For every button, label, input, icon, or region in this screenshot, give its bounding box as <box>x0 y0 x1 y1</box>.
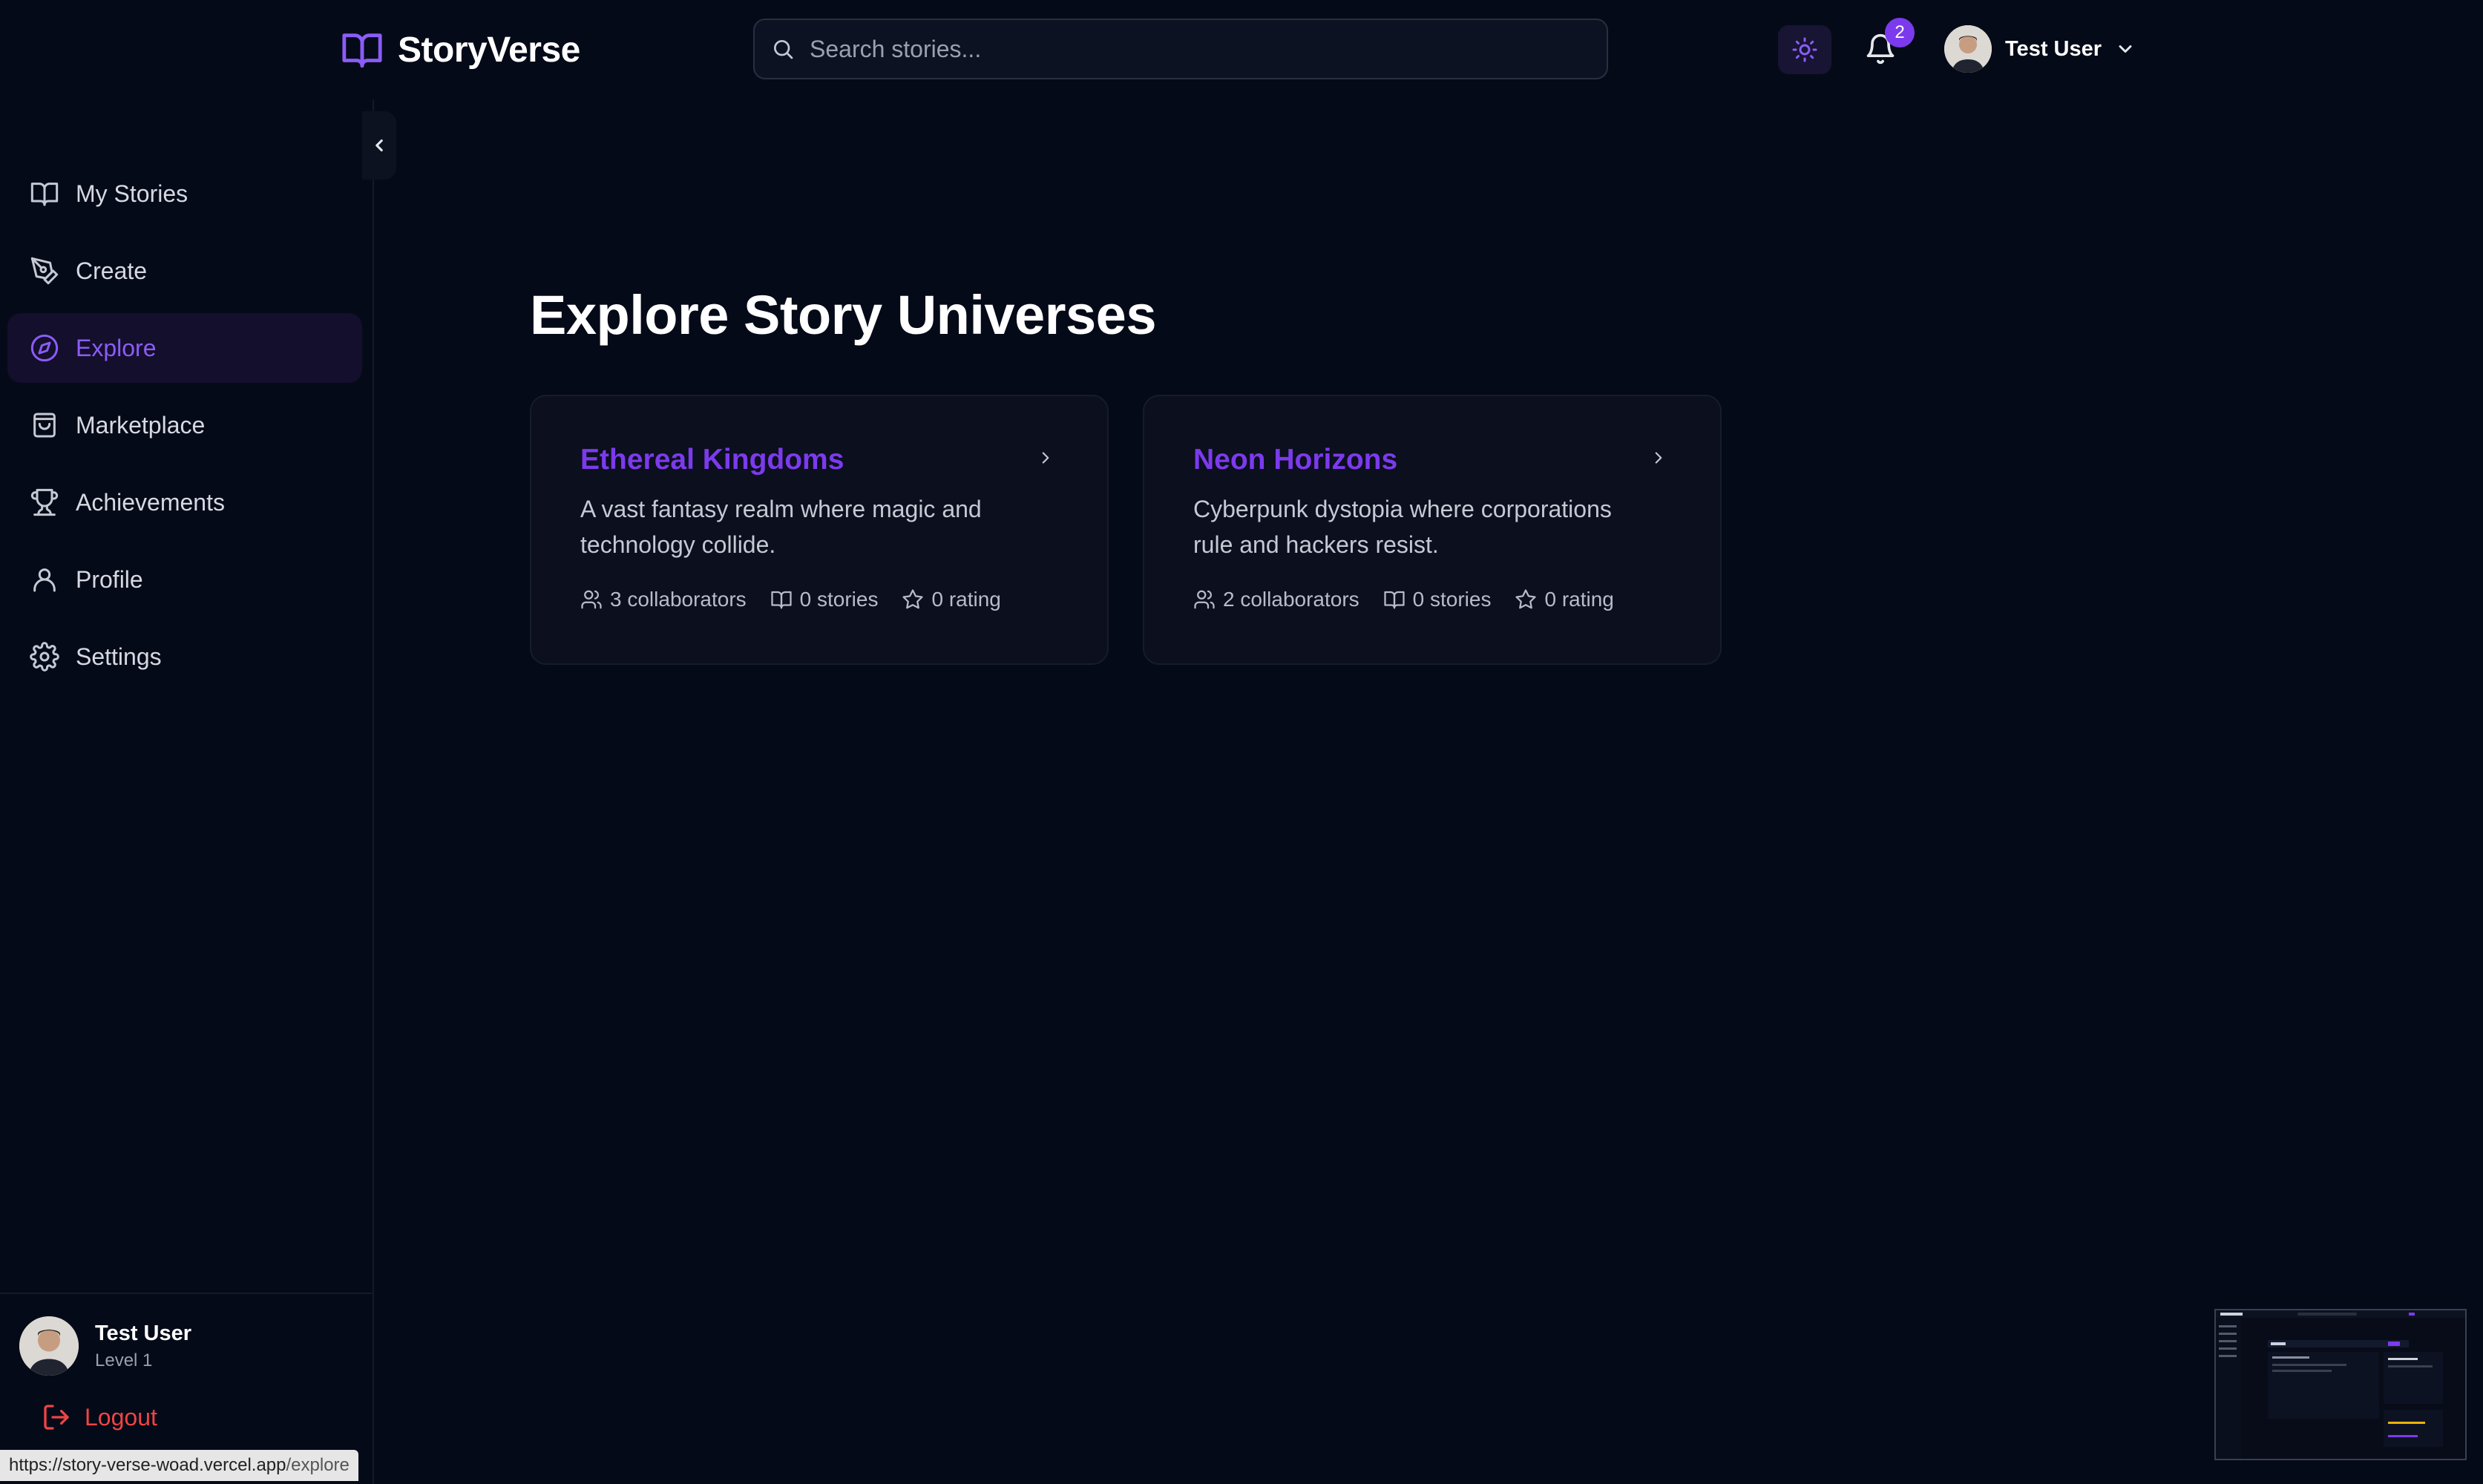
top-bar: StoryVerse 2 Test User <box>0 0 2483 99</box>
screen-thumbnail-preview[interactable] <box>2214 1309 2467 1460</box>
book-open-icon <box>770 588 793 611</box>
rating-value: 0 rating <box>1544 588 1614 611</box>
collaborators-stat: 3 collaborators <box>580 588 747 611</box>
trophy-icon <box>30 487 59 517</box>
search-bar[interactable] <box>753 19 1608 79</box>
universe-description: Cyberpunk dystopia where corporations ru… <box>1193 496 1612 558</box>
star-icon <box>1515 588 1537 611</box>
sidebar-item-my-stories[interactable]: My Stories <box>7 159 362 229</box>
rating-value: 0 rating <box>931 588 1001 611</box>
book-open-icon <box>340 28 384 71</box>
sidebar-item-label: Profile <box>76 565 143 593</box>
url-host: https://story-verse-woad.vercel.app <box>9 1455 286 1475</box>
sun-icon <box>1791 36 1818 63</box>
book-open-icon <box>30 179 59 209</box>
universe-stats: 3 collaborators 0 stories 0 rating <box>580 588 1001 611</box>
users-icon <box>1193 588 1216 611</box>
sidebar-collapse-button[interactable] <box>362 111 396 180</box>
avatar <box>1944 25 1992 73</box>
gear-icon <box>30 642 59 672</box>
users-icon <box>580 588 603 611</box>
user-name: Test User <box>2005 36 2102 61</box>
sidebar-item-label: Explore <box>76 334 157 361</box>
sidebar-footer: Test User Level 1 Logout <box>0 1293 373 1431</box>
rating-stat: 0 rating <box>902 588 1001 611</box>
sidebar-item-achievements[interactable]: Achievements <box>7 467 362 537</box>
notification-badge: 2 <box>1885 18 1915 47</box>
app-logo[interactable]: StoryVerse <box>340 28 580 71</box>
sidebar-item-label: Create <box>76 257 148 284</box>
search-input[interactable] <box>808 34 1553 64</box>
universe-title: Neon Horizons <box>1193 444 1398 476</box>
status-bar-url: https://story-verse-woad.vercel.app/expl… <box>0 1450 358 1481</box>
stories-count: 0 stories <box>799 588 879 611</box>
avatar <box>19 1316 79 1376</box>
sidebar-item-create[interactable]: Create <box>7 236 362 306</box>
chevron-right-icon <box>1036 448 1055 467</box>
sidebar-item-explore[interactable]: Explore <box>7 313 362 383</box>
sidebar-item-label: My Stories <box>76 180 188 207</box>
page-title: Explore Story Universes <box>530 284 1156 346</box>
sidebar-item-profile[interactable]: Profile <box>7 545 362 614</box>
logout-label: Logout <box>85 1403 157 1431</box>
universe-card[interactable]: Neon Horizons Cyberpunk dystopia where c… <box>1143 395 1722 665</box>
collaborators-stat: 2 collaborators <box>1193 588 1359 611</box>
star-icon <box>902 588 924 611</box>
chevron-right-icon <box>1649 448 1668 467</box>
theme-toggle-button[interactable] <box>1778 25 1831 74</box>
sidebar-nav: My Stories Create Explore Marketplace Ac… <box>7 159 362 699</box>
user-icon <box>30 565 59 594</box>
collaborators-count: 3 collaborators <box>610 588 747 611</box>
sidebar-item-marketplace[interactable]: Marketplace <box>7 390 362 460</box>
chevron-down-icon <box>2115 39 2136 59</box>
stories-stat: 0 stories <box>770 588 879 611</box>
stories-count: 0 stories <box>1412 588 1492 611</box>
app-name: StoryVerse <box>398 30 580 70</box>
universe-stats: 2 collaborators 0 stories 0 rating <box>1193 588 1614 611</box>
logout-button[interactable]: Logout <box>42 1402 157 1432</box>
sidebar-item-label: Marketplace <box>76 411 206 439</box>
book-open-icon <box>1383 588 1405 611</box>
collaborators-count: 2 collaborators <box>1223 588 1359 611</box>
compass-icon <box>30 333 59 363</box>
logout-icon <box>42 1402 71 1432</box>
pen-tool-icon <box>30 256 59 286</box>
sidebar-item-label: Achievements <box>76 488 225 516</box>
shopping-bag-icon <box>30 410 59 440</box>
rating-stat: 0 rating <box>1515 588 1614 611</box>
sidebar-item-label: Settings <box>76 643 162 670</box>
chevron-left-icon <box>370 136 389 155</box>
sidebar-user-card[interactable]: Test User Level 1 <box>19 1316 191 1376</box>
user-menu[interactable]: Test User <box>1944 25 2136 73</box>
universe-card[interactable]: Ethereal Kingdoms A vast fantasy realm w… <box>530 395 1109 665</box>
sidebar-user-level: Level 1 <box>95 1350 153 1370</box>
universe-description: A vast fantasy realm where magic and tec… <box>580 496 982 558</box>
universe-title: Ethereal Kingdoms <box>580 444 844 476</box>
sidebar: My Stories Create Explore Marketplace Ac… <box>0 99 374 1484</box>
search-icon <box>771 37 795 61</box>
url-path: /explore <box>286 1455 350 1475</box>
sidebar-item-settings[interactable]: Settings <box>7 622 362 692</box>
sidebar-user-name: Test User <box>95 1321 192 1345</box>
stories-stat: 0 stories <box>1383 588 1492 611</box>
